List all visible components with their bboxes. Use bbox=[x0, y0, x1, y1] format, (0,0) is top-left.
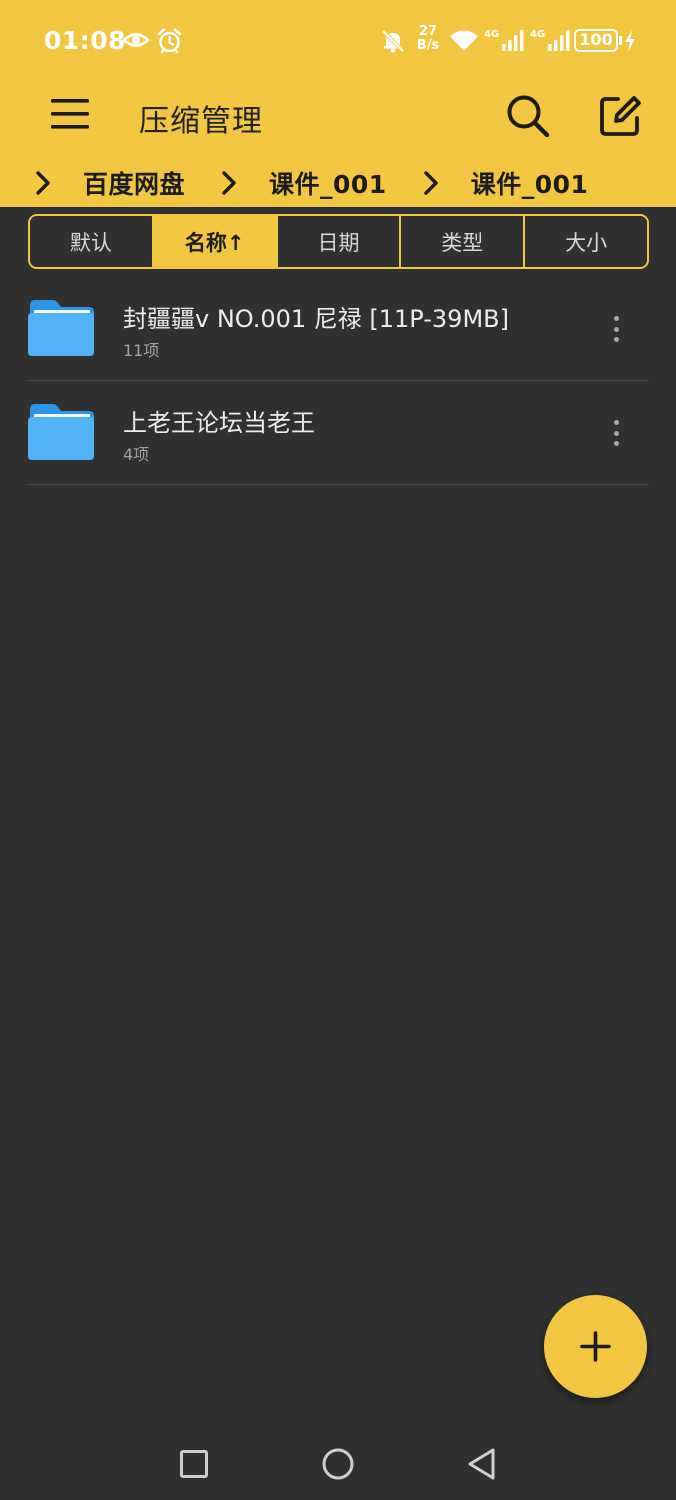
search-icon[interactable] bbox=[504, 92, 552, 140]
breadcrumb-item[interactable]: 课件_001 bbox=[269, 165, 387, 201]
cell-signal-icon: 4G bbox=[530, 27, 572, 57]
breadcrumb: 百度网盘 课件_001 课件_001 bbox=[0, 160, 676, 206]
plus-icon bbox=[580, 1331, 611, 1362]
sort-tab-name[interactable]: 名称↑ bbox=[153, 216, 278, 267]
charging-bolt-icon bbox=[624, 30, 636, 56]
network-speed-value: 27 bbox=[418, 24, 438, 39]
file-name: 封疆疆v NO.001 尼禄 [11P-39MB] bbox=[123, 305, 509, 333]
network-speed-unit: B/s bbox=[416, 38, 440, 53]
cell-signal-icon: 4G bbox=[484, 27, 526, 57]
wifi-icon bbox=[449, 29, 479, 57]
folder-icon bbox=[27, 403, 95, 461]
sort-tab-default[interactable]: 默认 bbox=[30, 216, 154, 267]
page-title: 压缩管理 bbox=[139, 104, 263, 139]
chevron-right-icon bbox=[421, 170, 441, 196]
mute-bell-icon bbox=[380, 28, 406, 58]
eye-icon bbox=[122, 29, 150, 55]
file-name: 上老王论坛当老王 bbox=[123, 409, 315, 437]
network-speed: 27 B/s bbox=[414, 25, 442, 53]
sort-tab-type[interactable]: 类型 bbox=[401, 216, 526, 267]
chevron-right-icon bbox=[219, 170, 239, 196]
breadcrumb-item[interactable]: 百度网盘 bbox=[83, 165, 185, 201]
sort-tab-size[interactable]: 大小 bbox=[525, 216, 647, 267]
app-header: 01:08 27 B/s 4G 4G 100 压缩管理 百度网盘 课件_001 … bbox=[0, 0, 676, 207]
status-bar: 01:08 27 B/s 4G 4G 100 bbox=[0, 0, 676, 82]
list-item[interactable]: 封疆疆v NO.001 尼禄 [11P-39MB] 11项 bbox=[27, 277, 649, 381]
more-options-icon[interactable] bbox=[605, 313, 627, 345]
file-item-count: 11项 bbox=[123, 341, 160, 360]
file-list: 封疆疆v NO.001 尼禄 [11P-39MB] 11项 上老王论坛当老王 4… bbox=[0, 277, 676, 485]
sort-tabs: 默认 名称↑ 日期 类型 大小 bbox=[28, 214, 649, 269]
app-bar: 压缩管理 bbox=[0, 82, 676, 154]
chevron-right-icon bbox=[33, 170, 53, 196]
battery-level: 100 bbox=[579, 30, 613, 49]
home-circle-icon[interactable] bbox=[318, 1444, 358, 1484]
file-item-count: 4项 bbox=[123, 445, 150, 464]
edit-icon[interactable] bbox=[596, 92, 644, 140]
alarm-icon bbox=[156, 27, 183, 58]
breadcrumb-item-current[interactable]: 课件_001 bbox=[471, 165, 589, 201]
battery-icon: 100 bbox=[574, 29, 622, 52]
back-triangle-icon[interactable] bbox=[462, 1444, 502, 1484]
status-time: 01:08 bbox=[44, 26, 127, 55]
more-options-icon[interactable] bbox=[605, 417, 627, 449]
add-button[interactable] bbox=[544, 1295, 647, 1398]
folder-icon bbox=[27, 299, 95, 357]
svg-text:4G: 4G bbox=[484, 29, 499, 40]
sort-tab-date[interactable]: 日期 bbox=[277, 216, 402, 267]
recents-square-icon[interactable] bbox=[174, 1444, 214, 1484]
menu-icon[interactable] bbox=[50, 96, 90, 132]
svg-text:4G: 4G bbox=[530, 29, 545, 40]
list-item[interactable]: 上老王论坛当老王 4项 bbox=[27, 381, 649, 485]
